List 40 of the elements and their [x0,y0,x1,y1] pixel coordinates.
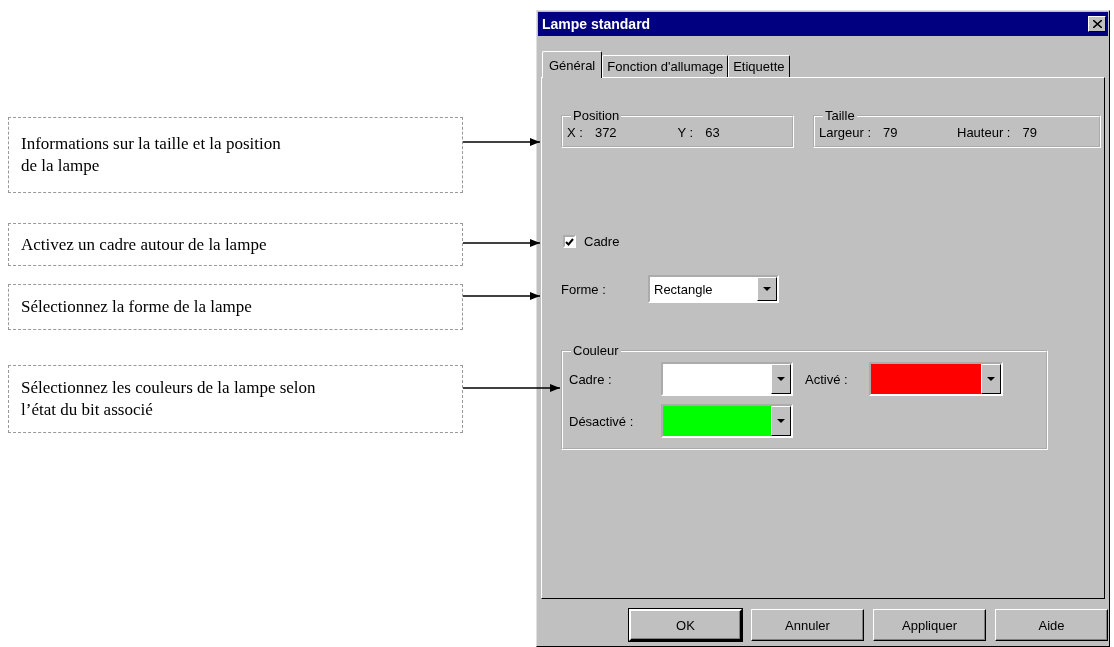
field-label: Activé : [804,371,849,387]
dialog-button[interactable]: OK [629,609,742,641]
field-label: Hauteur : [957,125,1011,140]
field-label: X : [567,125,583,140]
group-title: Position [572,108,621,123]
caret-icon [987,377,995,381]
close-button[interactable] [1088,16,1106,32]
color-dropdown[interactable] [661,404,793,438]
checkbox-label: Cadre [584,234,620,249]
field-value: 63 [705,125,720,140]
callout-text: Sélectionnez la forme de la lampe [8,284,463,330]
dialog-button[interactable]: Annuler [751,609,864,641]
field-label: Cadre : [568,371,613,387]
field-label: Largeur : [819,125,872,140]
field-label: Forme : [561,281,607,297]
close-icon [1092,20,1102,28]
field-value: 79 [883,125,898,140]
tab[interactable]: Etiquette [728,55,790,77]
group-title: Taille [824,108,856,123]
callout-text: Sélectionnez les couleurs de la lampe selon l’état du bit associé [8,365,463,433]
field-value: 372 [594,125,617,140]
shape-dropdown[interactable]: Rectangle [648,275,779,303]
field-label: Y : [677,125,694,140]
caret-icon [777,377,785,381]
field-value: 79 [1022,125,1037,140]
field-label: Désactivé : [568,413,635,429]
callout-text: Informations sur la taille et la position de la lampe [8,117,463,193]
window-title: Lampe standard [542,16,651,32]
color-dropdown[interactable] [661,362,793,396]
tab[interactable]: Général [542,51,603,78]
checkbox[interactable] [563,235,576,248]
dialog-button[interactable]: Appliquer [873,609,986,641]
caret-icon [763,287,771,291]
color-dropdown[interactable] [869,362,1003,396]
check-icon [565,237,574,246]
callout-text: Activez un cadre autour de la lampe [8,223,463,266]
dialog-button[interactable]: Aide [995,609,1108,641]
group-title: Couleur [572,343,620,358]
tab[interactable]: Fonction d'allumage [602,55,729,77]
caret-icon [777,419,785,423]
